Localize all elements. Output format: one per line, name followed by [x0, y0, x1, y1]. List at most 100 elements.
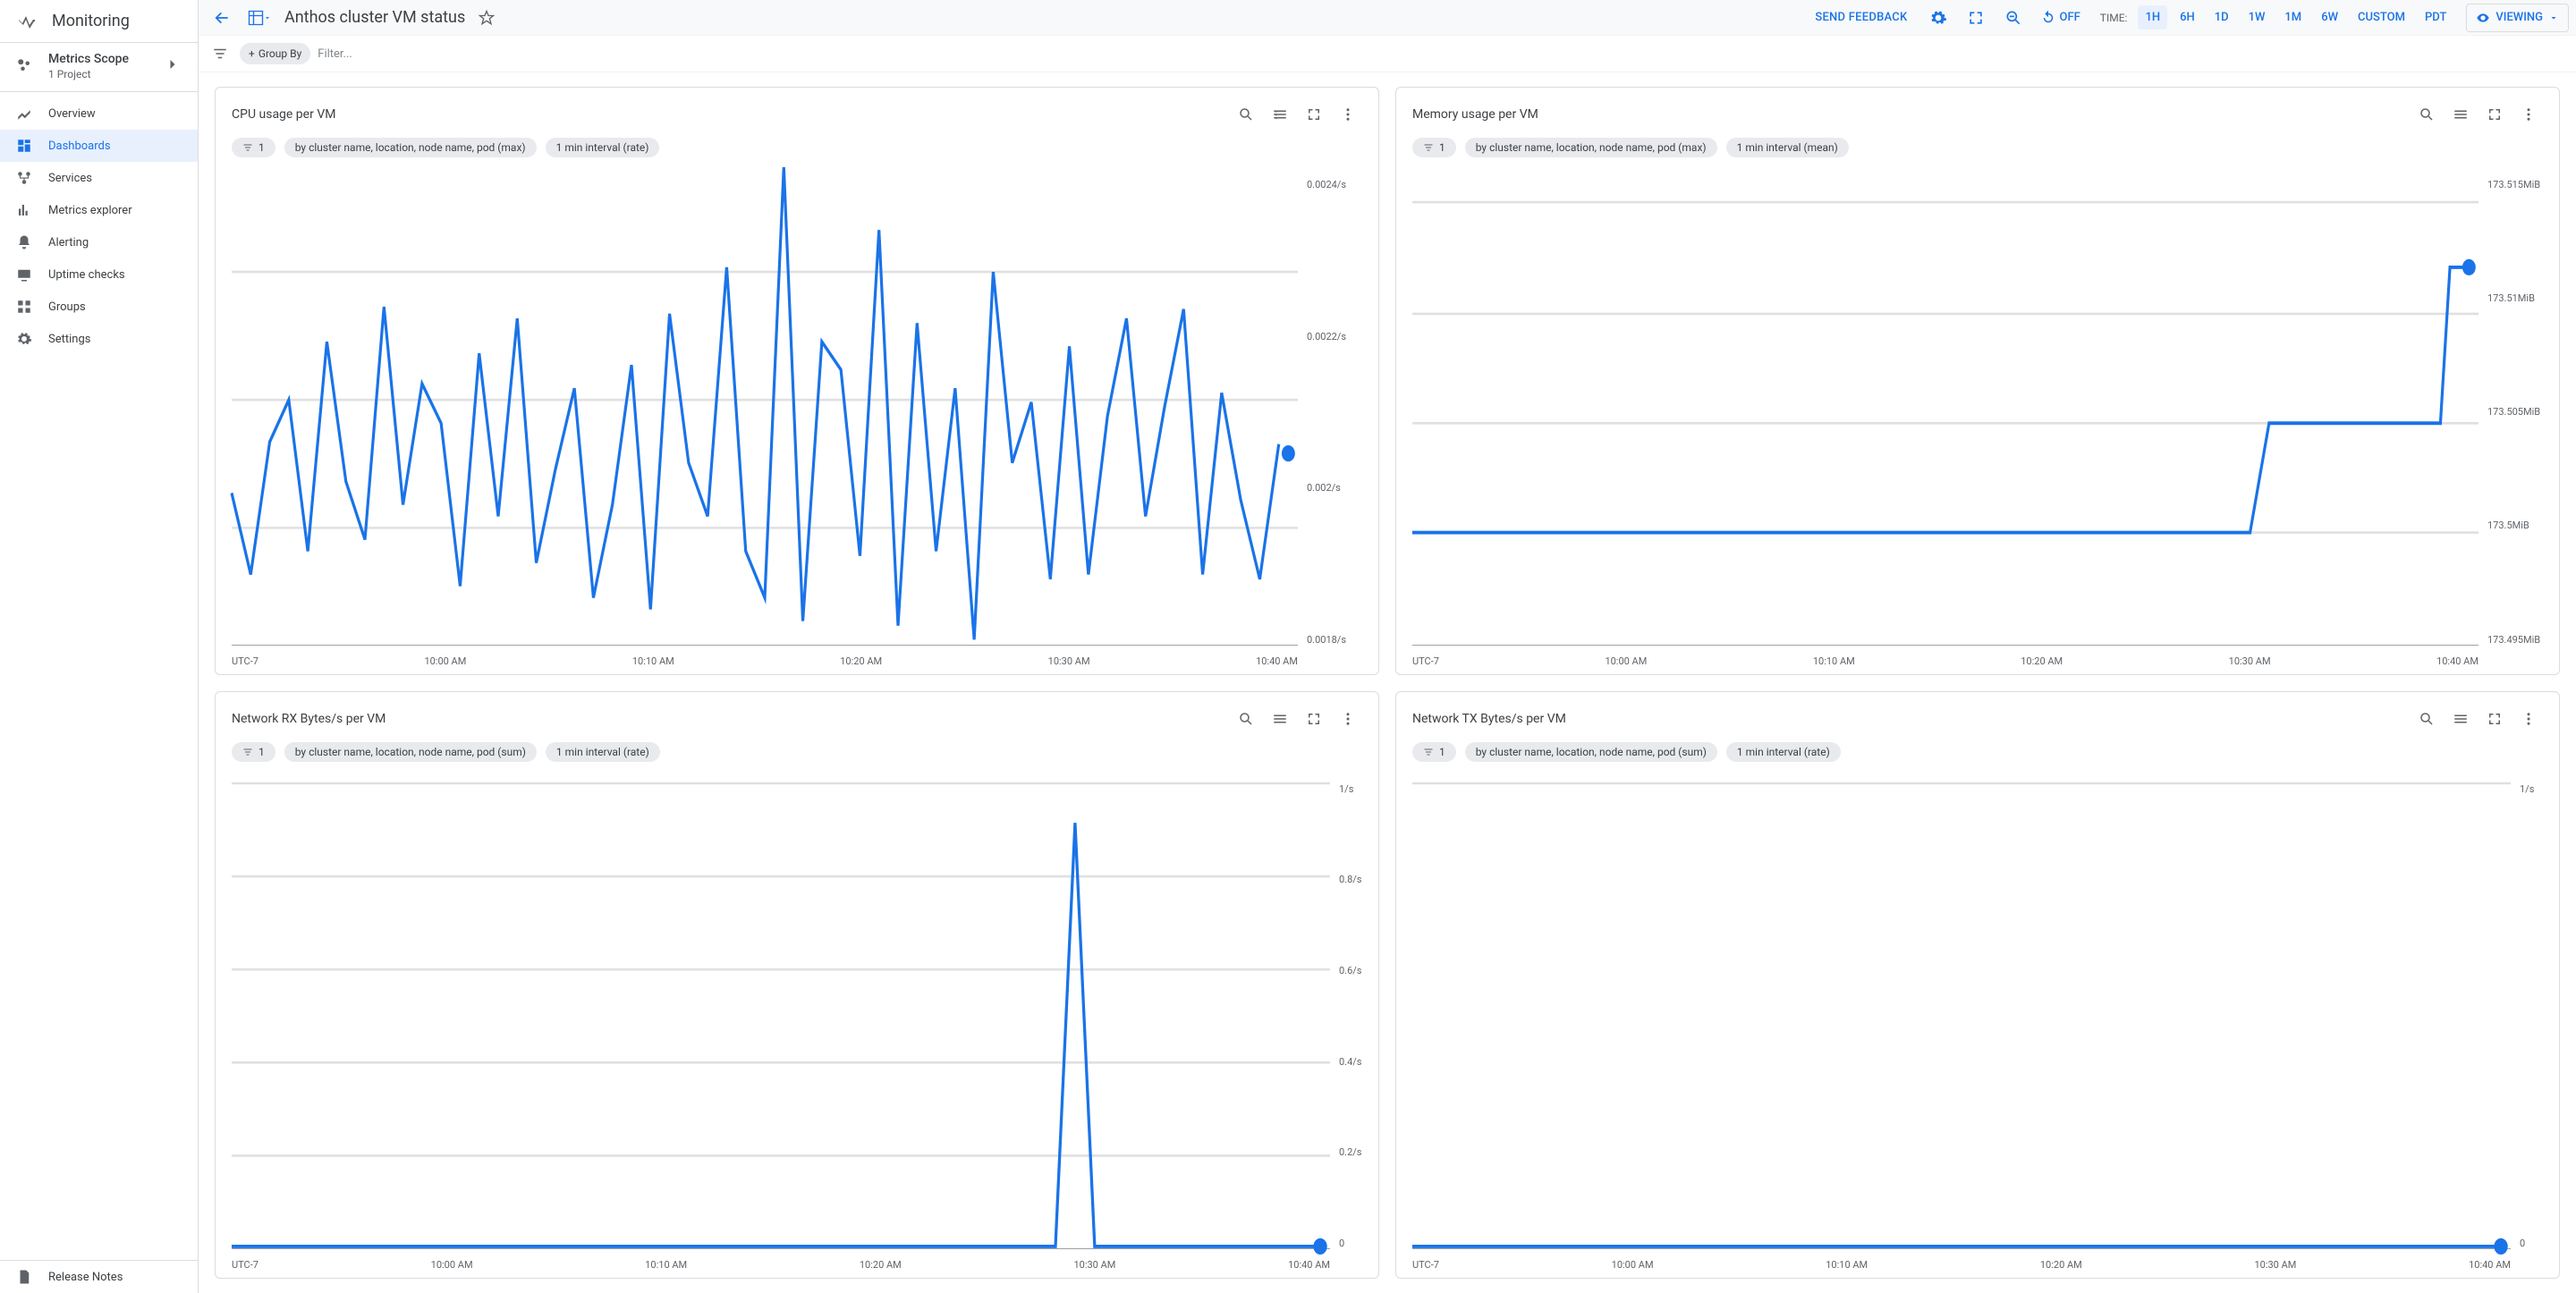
nav-uptime-checks[interactable]: Uptime checks — [0, 258, 198, 291]
ytick: 0.2/s — [1339, 1146, 1362, 1158]
xtick: 10:20 AM — [840, 655, 882, 667]
memory-chart: 173.515MiB 173.51MiB 173.505MiB 173.5MiB… — [1412, 179, 2543, 667]
nav-label: Settings — [48, 333, 90, 346]
nav-label: Overview — [48, 107, 96, 121]
filter-input[interactable]: Filter... — [318, 47, 352, 61]
card-legend-button[interactable] — [1266, 100, 1294, 129]
ytick: 0 — [2520, 1238, 2543, 1249]
time-range-1w[interactable]: 1W — [2241, 5, 2273, 30]
card-fullscreen-button[interactable] — [2480, 705, 2509, 733]
time-range-1m[interactable]: 1M — [2277, 5, 2309, 30]
nav-dashboards[interactable]: Dashboards — [0, 130, 198, 162]
fullscreen-button[interactable] — [1960, 2, 1992, 34]
interval-chip[interactable]: 1 min interval (rate) — [1726, 742, 1841, 762]
nav-label: Uptime checks — [48, 268, 125, 282]
nav-release-notes[interactable]: Release Notes — [0, 1261, 198, 1293]
ytick: 173.515MiB — [2487, 179, 2543, 190]
filter-count-chip[interactable]: 1 — [1412, 742, 1456, 762]
card-more-button[interactable] — [1334, 100, 1362, 129]
card-zoom-button[interactable] — [1232, 705, 1260, 733]
aggregation-chip[interactable]: by cluster name, location, node name, po… — [1465, 138, 1717, 157]
nav-overview[interactable]: Overview — [0, 97, 198, 130]
back-button[interactable] — [206, 2, 238, 34]
aggregation-chip[interactable]: by cluster name, location, node name, po… — [284, 138, 537, 157]
timezone-button[interactable]: PDT — [2418, 5, 2453, 30]
card-zoom-button[interactable] — [2412, 705, 2441, 733]
xtick: UTC-7 — [232, 655, 258, 667]
alerting-icon — [16, 234, 32, 250]
nav-label: Groups — [48, 300, 86, 314]
xtick: 10:20 AM — [2021, 655, 2063, 667]
y-axis: 1/s 0.8/s 0.6/s 0.4/s 0.2/s 0 — [1334, 783, 1362, 1250]
xtick: 10:00 AM — [1612, 1259, 1654, 1271]
nav-settings[interactable]: Settings — [0, 323, 198, 355]
nav-groups[interactable]: Groups — [0, 291, 198, 323]
xtick: 10:30 AM — [2254, 1259, 2296, 1271]
card-more-button[interactable] — [1334, 705, 1362, 733]
card-more-button[interactable] — [2514, 100, 2543, 129]
card-legend-button[interactable] — [1266, 705, 1294, 733]
nav-services[interactable]: Services — [0, 162, 198, 194]
aggregation-chip[interactable]: by cluster name, location, node name, po… — [1465, 742, 1717, 762]
card-title: Memory usage per VM — [1412, 107, 1538, 122]
dashboard-settings-button[interactable] — [1922, 2, 1954, 34]
filter-count-chip[interactable]: 1 — [232, 138, 275, 157]
card-cpu: CPU usage per VM 1 by cluster name, loca… — [215, 87, 1379, 675]
sidebar: Monitoring Metrics Scope 1 Project Overv… — [0, 0, 199, 1293]
group-by-chip[interactable]: + Group By — [240, 43, 310, 64]
interval-chip[interactable]: 1 min interval (mean) — [1726, 138, 1849, 157]
metrics-scope-selector[interactable]: Metrics Scope 1 Project — [0, 43, 198, 91]
time-range-6w[interactable]: 6W — [2314, 5, 2345, 30]
card-fullscreen-button[interactable] — [1300, 705, 1328, 733]
ytick: 0.8/s — [1339, 874, 1362, 885]
card-legend-button[interactable] — [2446, 100, 2475, 129]
send-feedback-button[interactable]: SEND FEEDBACK — [1806, 11, 1916, 24]
ytick: 0.4/s — [1339, 1056, 1362, 1068]
nav-alerting[interactable]: Alerting — [0, 226, 198, 258]
xtick: 10:30 AM — [2229, 655, 2271, 667]
card-title: Network TX Bytes/s per VM — [1412, 712, 1566, 726]
plus-icon: + — [249, 47, 255, 60]
time-range-custom[interactable]: CUSTOM — [2351, 5, 2412, 30]
filter-count-chip[interactable]: 1 — [232, 742, 275, 762]
filter-count-chip[interactable]: 1 — [1412, 138, 1456, 157]
nav-metrics-explorer[interactable]: Metrics explorer — [0, 194, 198, 226]
favorite-button[interactable] — [470, 2, 503, 34]
ytick: 173.505MiB — [2487, 406, 2543, 418]
card-more-button[interactable] — [2514, 705, 2543, 733]
metrics-explorer-icon — [16, 202, 32, 218]
xtick: 10:00 AM — [424, 655, 466, 667]
y-axis: 0.0024/s 0.0022/s 0.002/s 0.0018/s — [1301, 179, 1362, 646]
interval-chip[interactable]: 1 min interval (rate) — [546, 742, 660, 762]
dashboard-picker-button[interactable] — [243, 2, 275, 34]
reset-zoom-button[interactable] — [1997, 2, 2029, 34]
dashboards-icon — [16, 138, 32, 154]
card-fullscreen-button[interactable] — [1300, 100, 1328, 129]
card-fullscreen-button[interactable] — [2480, 100, 2509, 129]
time-range-6h[interactable]: 6H — [2173, 5, 2202, 30]
filter-icon[interactable] — [208, 41, 233, 66]
aggregation-chip[interactable]: by cluster name, location, node name, po… — [284, 742, 537, 762]
card-zoom-button[interactable] — [1232, 100, 1260, 129]
rx-chart: 1/s 0.8/s 0.6/s 0.4/s 0.2/s 0 UTC-7 10:0… — [232, 783, 1362, 1272]
xtick: UTC-7 — [232, 1259, 258, 1271]
viewing-mode-button[interactable]: VIEWING — [2466, 4, 2569, 32]
x-axis: UTC-7 10:00 AM 10:10 AM 10:20 AM 10:30 A… — [1412, 1259, 2511, 1271]
y-axis: 173.515MiB 173.51MiB 173.505MiB 173.5MiB… — [2482, 179, 2543, 646]
time-range-1d[interactable]: 1D — [2207, 5, 2236, 30]
card-zoom-button[interactable] — [2412, 100, 2441, 129]
nav-label: Release Notes — [48, 1271, 123, 1284]
nav-list: Overview Dashboards Services Metrics exp… — [0, 91, 198, 1260]
page-title: Anthos cluster VM status — [284, 8, 465, 27]
scope-title: Metrics Scope — [48, 52, 129, 66]
product-header: Monitoring — [0, 0, 198, 43]
time-range-1h[interactable]: 1H — [2138, 5, 2167, 30]
time-label: TIME: — [2100, 12, 2128, 24]
scope-icon — [16, 57, 32, 77]
x-axis: UTC-7 10:00 AM 10:10 AM 10:20 AM 10:30 A… — [1412, 655, 2479, 667]
auto-refresh-toggle[interactable]: OFF — [2035, 2, 2086, 34]
interval-chip[interactable]: 1 min interval (rate) — [546, 138, 660, 157]
card-memory: Memory usage per VM 1 by cluster name, l… — [1395, 87, 2560, 675]
card-title: CPU usage per VM — [232, 107, 335, 122]
card-legend-button[interactable] — [2446, 705, 2475, 733]
